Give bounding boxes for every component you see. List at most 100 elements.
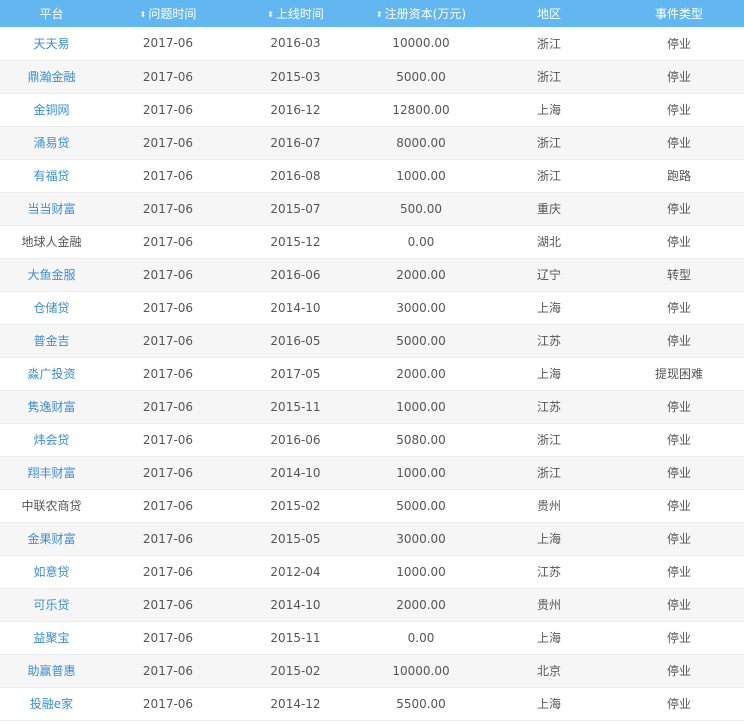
cell-platform: 地球人金融: [0, 225, 103, 259]
platform-link[interactable]: 隽逸财富: [27, 400, 75, 414]
cell-region: 浙江: [484, 126, 614, 160]
platform-link[interactable]: 仓储贷: [33, 301, 69, 315]
cell-region: 上海: [484, 291, 614, 325]
cell-platform: 如意贷: [0, 555, 103, 589]
cell-issue-time: 2017-06: [103, 126, 233, 160]
cell-capital: 10000.00: [358, 27, 484, 61]
platform-link[interactable]: 投融e家: [30, 697, 73, 711]
cell-region: 辽宁: [484, 258, 614, 292]
sort-icon: ⬍: [267, 10, 274, 19]
cell-launch-time: 2015-05: [233, 522, 358, 556]
cell-capital: 0.00: [358, 621, 484, 655]
cell-region: 浙江: [484, 423, 614, 457]
header-launch-time[interactable]: ⬍ 上线时间: [233, 0, 358, 27]
platform-link[interactable]: 鼎瀚金融: [27, 70, 75, 84]
cell-issue-time: 2017-06: [103, 159, 233, 193]
platform-link[interactable]: 金果财富: [27, 532, 75, 546]
platform-link[interactable]: 天天易: [33, 37, 69, 51]
cell-platform: 涌易贷: [0, 126, 103, 160]
cell-launch-time: 2016-06: [233, 423, 358, 457]
header-issue-time[interactable]: ⬍ 问题时间: [103, 0, 233, 27]
cell-event-type: 停业: [614, 126, 744, 160]
table-row: 可乐贷 2017-06 2014-10 2000.00 贵州 停业: [0, 588, 744, 622]
platform-link[interactable]: 益聚宝: [33, 631, 69, 645]
table-row: 天天易 2017-06 2016-03 10000.00 浙江 停业: [0, 27, 744, 61]
cell-platform: 助赢普惠: [0, 654, 103, 688]
header-region: 地区: [536, 7, 561, 21]
table-row: 当当财富 2017-06 2015-07 500.00 重庆 停业: [0, 192, 744, 226]
platform-link[interactable]: 如意贷: [33, 565, 69, 579]
cell-platform: 投融e家: [0, 687, 103, 721]
cell-capital: 5000.00: [358, 489, 484, 523]
platform-link[interactable]: 助赢普惠: [27, 664, 75, 678]
table-row: 翔丰财富 2017-06 2014-10 1000.00 浙江 停业: [0, 456, 744, 490]
table-row: 中联农商贷 2017-06 2015-02 5000.00 贵州 停业: [0, 489, 744, 523]
cell-event-type: 停业: [614, 225, 744, 259]
cell-event-type: 提现困难: [614, 357, 744, 391]
cell-launch-time: 2015-02: [233, 654, 358, 688]
cell-event-type: 停业: [614, 423, 744, 457]
platform-link[interactable]: 涌易贷: [33, 136, 69, 150]
cell-region: 贵州: [484, 588, 614, 622]
platform-link[interactable]: 普金吉: [33, 334, 69, 348]
table-header: 平台 ⬍ 问题时间 ⬍ 上线时间 ⬍ 注册资本(万元) 地区 事件类型: [0, 0, 744, 27]
cell-platform: 鼎瀚金融: [0, 60, 103, 94]
cell-region: 浙江: [484, 456, 614, 490]
cell-launch-time: 2015-12: [233, 225, 358, 259]
cell-launch-time: 2016-03: [233, 27, 358, 61]
cell-launch-time: 2015-02: [233, 489, 358, 523]
cell-platform: 中联农商贷: [0, 489, 103, 523]
table-row: 如意贷 2017-06 2012-04 1000.00 江苏 停业: [0, 555, 744, 589]
problem-platform-table: 平台 ⬍ 问题时间 ⬍ 上线时间 ⬍ 注册资本(万元) 地区 事件类型 天天易 2017…: [0, 0, 744, 721]
table-row: 投融e家 2017-06 2014-12 5500.00 上海 停业: [0, 687, 744, 721]
cell-capital: 1000.00: [358, 390, 484, 424]
cell-region: 湖北: [484, 225, 614, 259]
platform-link[interactable]: 大鱼金服: [27, 268, 75, 282]
cell-issue-time: 2017-06: [103, 357, 233, 391]
cell-platform: 天天易: [0, 27, 103, 61]
table-row: 大鱼金服 2017-06 2016-06 2000.00 辽宁 转型: [0, 258, 744, 292]
cell-event-type: 停业: [614, 555, 744, 589]
cell-region: 上海: [484, 522, 614, 556]
table-row: 仓储贷 2017-06 2014-10 3000.00 上海 停业: [0, 291, 744, 325]
cell-issue-time: 2017-06: [103, 621, 233, 655]
cell-capital: 2000.00: [358, 357, 484, 391]
cell-region: 浙江: [484, 60, 614, 94]
cell-platform: 翔丰财富: [0, 456, 103, 490]
cell-launch-time: 2016-08: [233, 159, 358, 193]
cell-region: 上海: [484, 357, 614, 391]
header-platform: 平台: [39, 7, 64, 21]
cell-issue-time: 2017-06: [103, 27, 233, 61]
cell-issue-time: 2017-06: [103, 93, 233, 127]
platform-link[interactable]: 当当财富: [27, 202, 75, 216]
cell-capital: 1000.00: [358, 456, 484, 490]
cell-capital: 5000.00: [358, 60, 484, 94]
cell-capital: 3000.00: [358, 522, 484, 556]
sort-icon: ⬍: [139, 10, 147, 19]
platform-link[interactable]: 炜会贷: [33, 433, 69, 447]
cell-launch-time: 2015-11: [233, 390, 358, 424]
platform-name: 中联农商贷: [21, 499, 82, 513]
cell-event-type: 停业: [614, 522, 744, 556]
platform-link[interactable]: 金铜网: [33, 103, 69, 117]
cell-capital: 1000.00: [358, 159, 484, 193]
header-event-type: 事件类型: [654, 7, 703, 21]
platform-link[interactable]: 可乐贷: [33, 598, 69, 612]
platform-link[interactable]: 翔丰财富: [27, 466, 75, 480]
cell-event-type: 停业: [614, 390, 744, 424]
cell-issue-time: 2017-06: [103, 192, 233, 226]
platform-link[interactable]: 淼广投资: [27, 367, 75, 381]
cell-launch-time: 2014-12: [233, 687, 358, 721]
table-row: 涌易贷 2017-06 2016-07 8000.00 浙江 停业: [0, 126, 744, 160]
table-body: 天天易 2017-06 2016-03 10000.00 浙江 停业 鼎瀚金融 2017-06…: [0, 27, 744, 721]
cell-issue-time: 2017-06: [103, 588, 233, 622]
cell-platform: 益聚宝: [0, 621, 103, 655]
header-capital[interactable]: ⬍ 注册资本(万元): [358, 0, 484, 27]
cell-event-type: 停业: [614, 27, 744, 61]
cell-platform: 可乐贷: [0, 588, 103, 622]
cell-platform: 金果财富: [0, 522, 103, 556]
cell-issue-time: 2017-06: [103, 60, 233, 94]
cell-event-type: 转型: [614, 258, 744, 292]
cell-launch-time: 2015-11: [233, 621, 358, 655]
platform-link[interactable]: 有福贷: [33, 169, 69, 183]
